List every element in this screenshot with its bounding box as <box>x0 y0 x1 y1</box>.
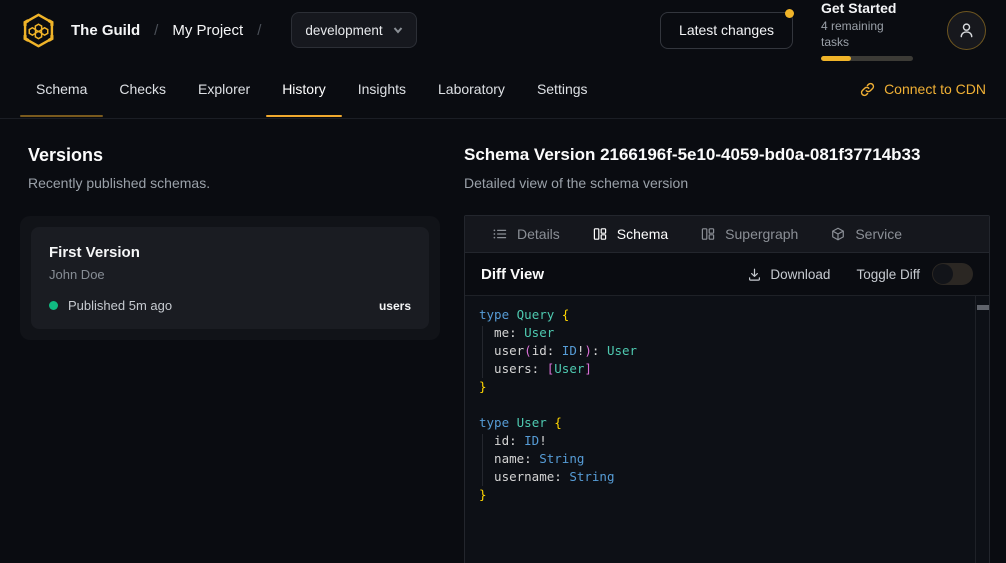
tab-service-label: Service <box>855 226 902 242</box>
tab-settings[interactable]: Settings <box>521 60 604 118</box>
versions-subtitle: Recently published schemas. <box>28 174 452 192</box>
service-badge: users <box>379 299 411 313</box>
tab-history[interactable]: History <box>266 60 342 118</box>
tab-explorer[interactable]: Explorer <box>182 60 266 118</box>
latest-changes-label: Latest changes <box>679 22 774 38</box>
notification-dot <box>785 9 794 18</box>
tab-checks[interactable]: Checks <box>103 60 182 118</box>
versions-title: Versions <box>28 143 452 167</box>
tab-supergraph-label: Supergraph <box>725 226 798 242</box>
link-icon <box>859 81 876 98</box>
user-avatar[interactable] <box>947 11 986 50</box>
toggle-diff-label: Toggle Diff <box>856 267 920 282</box>
version-name: First Version <box>49 243 411 263</box>
version-list-item[interactable]: First Version John Doe Published 5m ago … <box>31 227 429 329</box>
progress-fill <box>821 56 851 61</box>
published-dot <box>49 301 58 310</box>
schema-code-editor: type Query { me: User user(id: ID!): Use… <box>465 296 989 563</box>
target-selector[interactable]: development <box>291 12 416 48</box>
breadcrumb-org[interactable]: The Guild <box>71 22 140 39</box>
version-detail-subtitle: Detailed view of the schema version <box>464 174 990 192</box>
breadcrumb-separator: / <box>257 22 261 39</box>
editor-scrollbar <box>975 296 989 563</box>
breadcrumb-separator: / <box>154 22 158 39</box>
panels-icon <box>592 226 608 242</box>
connect-to-cdn-label: Connect to CDN <box>884 81 986 97</box>
toggle-diff-switch[interactable] <box>932 263 973 285</box>
versions-list: First Version John Doe Published 5m ago … <box>20 216 440 340</box>
primary-nav: Schema Checks Explorer History Insights … <box>0 60 1006 119</box>
get-started-widget[interactable]: Get Started 4 remaining tasks <box>821 0 913 61</box>
target-selector-value: development <box>305 23 382 38</box>
scrollbar-thumb[interactable] <box>977 305 989 310</box>
hive-logo-icon[interactable] <box>20 12 57 49</box>
tab-details[interactable]: Details <box>479 216 573 252</box>
version-detail-panel: Schema Version 2166196f-5e10-4059-bd0a-0… <box>464 143 990 563</box>
indent-guide <box>482 326 483 378</box>
main-content: Versions Recently published schemas. Fir… <box>0 119 1006 563</box>
tab-laboratory[interactable]: Laboratory <box>422 60 521 118</box>
versions-panel: Versions Recently published schemas. Fir… <box>0 143 452 563</box>
latest-changes-button[interactable]: Latest changes <box>660 12 793 49</box>
schema-viewer-panel: Details Schema Supergraph <box>464 215 990 563</box>
switch-knob <box>933 264 953 284</box>
download-button[interactable]: Download <box>747 267 830 282</box>
tab-details-label: Details <box>517 226 560 242</box>
cube-icon <box>830 226 846 242</box>
list-icon <box>492 226 508 242</box>
code-content: type Query { me: User user(id: ID!): Use… <box>479 306 969 504</box>
connect-to-cdn-link[interactable]: Connect to CDN <box>859 60 986 118</box>
breadcrumb-project[interactable]: My Project <box>172 22 243 39</box>
tab-schema[interactable]: Schema <box>20 60 103 118</box>
tab-insights[interactable]: Insights <box>342 60 422 118</box>
get-started-title: Get Started <box>821 0 913 17</box>
chevron-down-icon <box>393 25 403 35</box>
app-header: The Guild / My Project / development Lat… <box>0 0 1006 60</box>
tab-supergraph[interactable]: Supergraph <box>687 216 811 252</box>
user-icon <box>957 21 976 40</box>
indent-guide <box>482 434 483 486</box>
download-label: Download <box>770 267 830 282</box>
detail-tabs: Details Schema Supergraph <box>465 216 989 253</box>
diff-toolbar: Diff View Download Toggle Diff <box>465 253 989 296</box>
version-status: Published 5m ago <box>68 298 172 313</box>
version-detail-title: Schema Version 2166196f-5e10-4059-bd0a-0… <box>464 143 990 167</box>
tab-schema-view[interactable]: Schema <box>579 216 681 252</box>
panels-icon <box>700 226 716 242</box>
version-author: John Doe <box>49 266 411 283</box>
download-icon <box>747 267 762 282</box>
diff-view-title: Diff View <box>481 266 544 283</box>
tab-schema-view-label: Schema <box>617 226 668 242</box>
get-started-subtitle: 4 remaining tasks <box>821 18 913 50</box>
tab-service[interactable]: Service <box>817 216 915 252</box>
